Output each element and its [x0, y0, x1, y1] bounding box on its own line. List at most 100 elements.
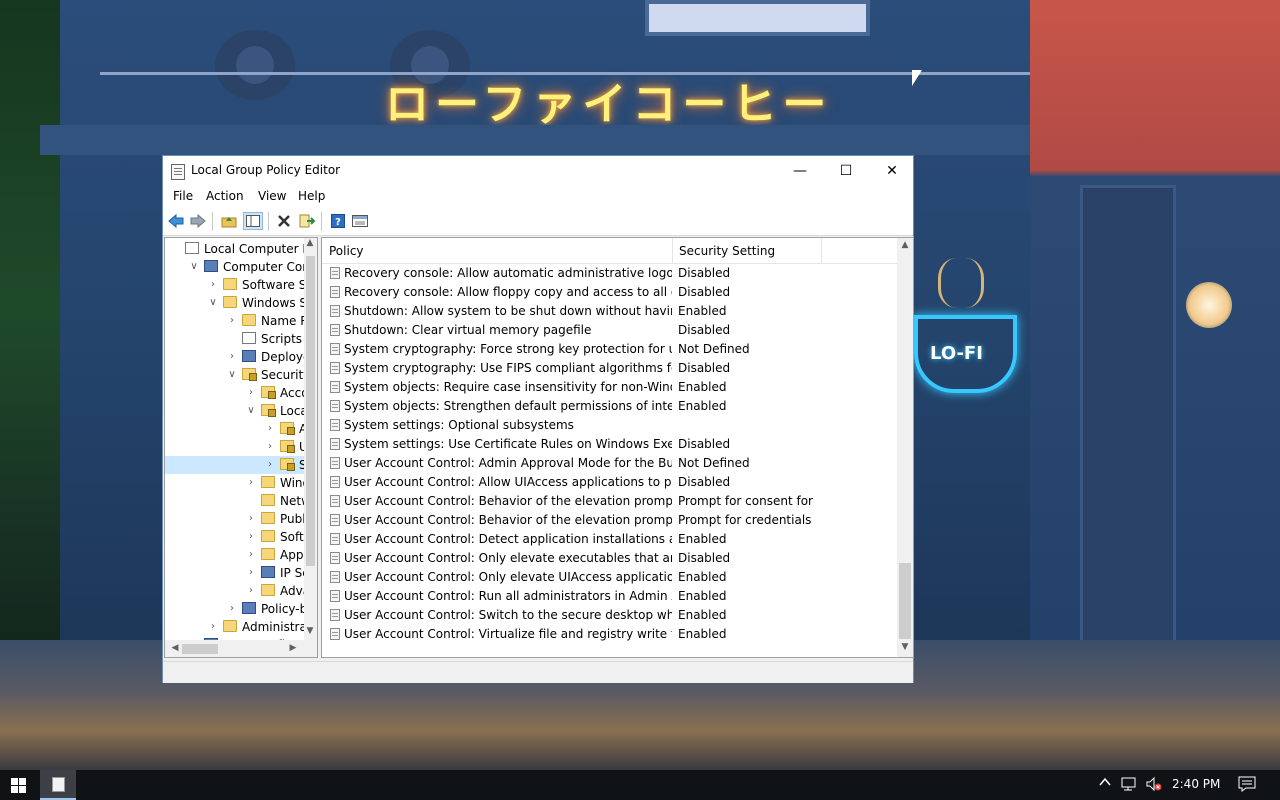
tree-item[interactable]: ∨ Security Se — [165, 366, 305, 384]
policy-row[interactable]: System settings: Use Certificate Rules o… — [322, 435, 897, 454]
tree-expand-chevron-icon[interactable]: › — [245, 384, 257, 402]
tree-item[interactable]: › Software Setti — [165, 276, 305, 294]
tree-expand-chevron-icon[interactable]: › — [226, 348, 238, 366]
list-scroll-thumb[interactable] — [899, 563, 911, 639]
list-vertical-scrollbar[interactable]: ▲ ▼ — [897, 238, 913, 657]
tree-collapse-chevron-icon[interactable]: ∨ — [207, 294, 219, 312]
policy-row[interactable]: User Account Control: Detect application… — [322, 530, 897, 549]
show-hidden-icons-chevron[interactable] — [1099, 776, 1111, 792]
policy-row[interactable]: User Account Control: Behavior of the el… — [322, 492, 897, 511]
tree-expand-chevron-icon[interactable]: › — [245, 564, 257, 582]
forward-arrow-icon[interactable] — [188, 212, 208, 230]
policy-row[interactable]: User Account Control: Only elevate execu… — [322, 549, 897, 568]
scroll-down-arrow-icon[interactable]: ▼ — [897, 642, 913, 652]
tree-collapse-chevron-icon[interactable]: ∨ — [245, 402, 257, 420]
tree-item[interactable]: ∨ Windows Sett — [165, 294, 305, 312]
tree-vertical-scrollbar[interactable]: ▲ ▼ — [304, 238, 317, 640]
policy-row[interactable]: User Account Control: Behavior of the el… — [322, 511, 897, 530]
tree-item[interactable]: › Deployed — [165, 348, 305, 366]
tree-expand-chevron-icon[interactable]: › — [245, 474, 257, 492]
taskbar-clock[interactable]: 2:40 PM — [1172, 777, 1220, 791]
close-button[interactable]: ✕ — [869, 156, 915, 186]
scroll-down-arrow-icon[interactable]: ▼ — [302, 626, 317, 636]
tree-collapse-chevron-icon[interactable]: ∨ — [226, 366, 238, 384]
start-button[interactable] — [0, 770, 36, 800]
tree-item[interactable]: ∨ Local P — [165, 402, 305, 420]
properties-view-icon[interactable] — [350, 212, 370, 230]
help-icon[interactable]: ? — [328, 212, 348, 230]
up-folder-icon[interactable] — [219, 212, 239, 230]
tree-expand-chevron-icon[interactable]: › — [264, 438, 276, 456]
policy-list-pane[interactable]: Policy ^ Security Setting Recovery conso… — [321, 237, 914, 658]
back-arrow-icon[interactable] — [166, 212, 186, 230]
console-tree-pane[interactable]: Local Computer Polic ∨ Computer Configu › So… — [164, 237, 318, 658]
policy-row[interactable]: User Account Control: Allow UIAccess app… — [322, 473, 897, 492]
column-header-security-setting[interactable]: Security Setting — [672, 238, 822, 263]
taskbar-app-group-policy-editor[interactable] — [40, 770, 76, 800]
policy-row[interactable]: User Account Control: Virtualize file an… — [322, 625, 897, 644]
tree-item[interactable]: ∨ Computer Configu — [165, 258, 305, 276]
policy-row[interactable]: Shutdown: Allow system to be shut down w… — [322, 302, 897, 321]
tree-expand-chevron-icon[interactable]: › — [226, 600, 238, 618]
policy-row[interactable]: Shutdown: Clear virtual memory pagefile D… — [322, 321, 897, 340]
tree-collapse-chevron-icon[interactable]: ∨ — [188, 258, 200, 276]
tree-expand-chevron-icon[interactable]: › — [207, 618, 219, 636]
policy-row[interactable]: User Account Control: Admin Approval Mod… — [322, 454, 897, 473]
policy-row[interactable]: User Account Control: Run all administra… — [322, 587, 897, 606]
tree-item[interactable]: ›Sec — [165, 456, 305, 474]
tree-expand-chevron-icon[interactable]: › — [226, 312, 238, 330]
tree-expand-chevron-icon[interactable]: › — [245, 582, 257, 600]
scroll-up-arrow-icon[interactable]: ▲ — [897, 240, 913, 250]
menu-help[interactable]: Help — [298, 189, 325, 203]
tree-item[interactable]: Local Computer Polic — [165, 240, 305, 258]
tree-item[interactable]: Scripts (Sta — [165, 330, 305, 348]
tree-scroll-thumb[interactable] — [306, 256, 315, 566]
action-center-icon[interactable] — [1238, 776, 1256, 796]
tree-item[interactable]: ›Au — [165, 420, 305, 438]
tree-expand-chevron-icon[interactable]: › — [245, 546, 257, 564]
scroll-left-arrow-icon[interactable]: ◀ — [167, 643, 183, 653]
tree-item[interactable]: › Windo — [165, 474, 305, 492]
tree-item[interactable]: › Advan — [165, 582, 305, 600]
network-icon[interactable] — [1121, 776, 1139, 796]
policy-row[interactable]: System objects: Strengthen default permi… — [322, 397, 897, 416]
tree-expand-chevron-icon[interactable]: › — [245, 510, 257, 528]
tree-item[interactable]: › Applic — [165, 546, 305, 564]
policy-row[interactable]: User Account Control: Only elevate UIAcc… — [322, 568, 897, 587]
maximize-button[interactable]: ☐ — [823, 156, 869, 186]
column-divider[interactable] — [821, 238, 822, 263]
menu-file[interactable]: File — [173, 189, 193, 203]
tree-expand-chevron-icon[interactable]: › — [264, 456, 276, 474]
group-policy-editor-window[interactable]: Local Group Policy Editor — ☐ ✕ File Act… — [162, 155, 914, 683]
tree-expand-chevron-icon[interactable]: › — [207, 276, 219, 294]
tree-item[interactable]: › Accou — [165, 384, 305, 402]
tree-item[interactable]: › Name Res — [165, 312, 305, 330]
tree-hscroll-thumb[interactable] — [182, 644, 218, 654]
tree-item[interactable]: › Administrative — [165, 618, 305, 636]
policy-row[interactable]: System cryptography: Use FIPS compliant … — [322, 359, 897, 378]
scroll-right-arrow-icon[interactable]: ▶ — [285, 643, 301, 653]
tree-item[interactable]: ›Use — [165, 438, 305, 456]
title-bar[interactable]: Local Group Policy Editor — ☐ ✕ — [163, 156, 913, 186]
policy-row[interactable]: Recovery console: Allow automatic admini… — [322, 264, 897, 283]
volume-muted-icon[interactable] — [1145, 776, 1163, 796]
menu-view[interactable]: View — [258, 189, 286, 203]
tree-item[interactable]: › Public — [165, 510, 305, 528]
tree-item[interactable]: Netwo — [165, 492, 305, 510]
policy-row[interactable]: User Account Control: Switch to the secu… — [322, 606, 897, 625]
tree-expand-chevron-icon[interactable]: › — [264, 420, 276, 438]
export-list-icon[interactable] — [297, 212, 317, 230]
show-hide-tree-icon[interactable] — [243, 212, 263, 230]
minimize-button[interactable]: — — [777, 156, 823, 186]
policy-row[interactable]: System cryptography: Force strong key pr… — [322, 340, 897, 359]
scroll-up-arrow-icon[interactable]: ▲ — [302, 238, 317, 248]
policy-row[interactable]: System settings: Optional subsystems — [322, 416, 897, 435]
tree-horizontal-scrollbar[interactable]: ◀ ▶ — [165, 640, 317, 657]
tree-item[interactable]: › Softwa — [165, 528, 305, 546]
tree-expand-chevron-icon[interactable]: › — [245, 528, 257, 546]
delete-icon[interactable] — [274, 212, 294, 230]
tree-item[interactable]: › Policy-bas — [165, 600, 305, 618]
menu-action[interactable]: Action — [206, 189, 244, 203]
tree-item[interactable]: › IP Secu — [165, 564, 305, 582]
policy-row[interactable]: Recovery console: Allow floppy copy and … — [322, 283, 897, 302]
